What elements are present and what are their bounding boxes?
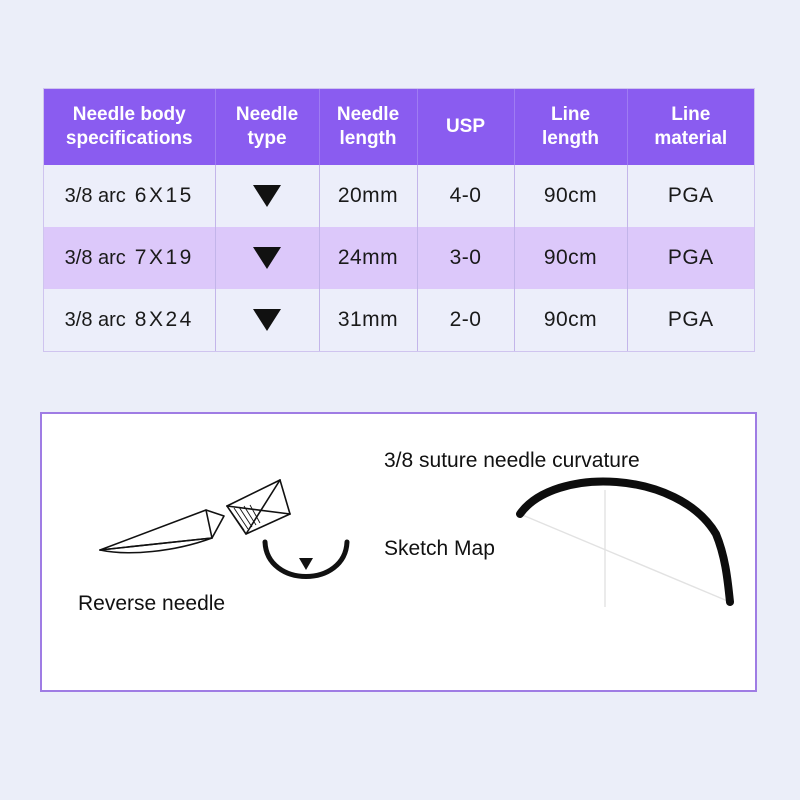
- table-header: Needle body specifications Needle type N…: [44, 89, 754, 165]
- triangle-down-icon: [253, 185, 281, 207]
- cell-needle-body-specifications: 3/8 arc 6X15: [44, 165, 216, 227]
- column-header-needle-length: Needle length: [318, 89, 418, 165]
- cell-line-length: 90cm: [513, 165, 628, 227]
- column-header-line-1: Needle: [235, 104, 299, 126]
- cell-usp: 3-0: [416, 227, 515, 289]
- table-row: 3/8 arc 7X19 24mm 3-0 90cm PGA: [44, 227, 754, 289]
- cell-needle-length: 20mm: [318, 165, 418, 227]
- table-body: 3/8 arc 6X15 20mm 4-0 90cm PGA 3/8 arc 7…: [44, 165, 754, 351]
- column-header-line-2: length: [339, 128, 397, 149]
- column-header-needle-type: Needle type: [214, 89, 320, 165]
- column-header-line-2: type: [247, 128, 287, 149]
- cell-line-length: 90cm: [513, 289, 628, 351]
- column-header-usp: USP: [416, 89, 515, 165]
- cell-needle-body-specifications: 3/8 arc 7X19: [44, 227, 216, 289]
- cell-size-value: 8X24: [134, 308, 194, 331]
- table-header-row: Needle body specifications Needle type N…: [44, 89, 754, 165]
- spec-table: Needle body specifications Needle type N…: [44, 89, 754, 351]
- cell-size-value: 6X15: [134, 184, 194, 207]
- column-header-line-1: Needle: [336, 104, 400, 126]
- needle-specification-table: Needle body specifications Needle type N…: [43, 88, 755, 352]
- cell-line-length: 90cm: [513, 227, 628, 289]
- needle-arc-marker-icon: [262, 539, 350, 579]
- column-header-line-length: Line length: [513, 89, 628, 165]
- column-header-line-2: specifications: [65, 128, 193, 149]
- cell-line-material: PGA: [626, 227, 754, 289]
- sketch-map-panel: Reverse needle 3/8 suture needle curvatu…: [40, 412, 757, 692]
- cell-needle-type: [214, 165, 320, 227]
- cell-size-value: 7X19: [134, 246, 194, 269]
- triangle-down-icon: [253, 247, 281, 269]
- reverse-needle-label: Reverse needle: [78, 592, 226, 615]
- column-header-needle-body-specifications: Needle body specifications: [44, 89, 216, 165]
- cell-needle-length: 31mm: [318, 289, 418, 351]
- suture-curvature-arc-icon: [516, 477, 734, 607]
- cell-needle-type: [214, 289, 320, 351]
- cell-needle-type: [214, 227, 320, 289]
- cell-line-material: PGA: [626, 165, 754, 227]
- curvature-label: 3/8 suture needle curvature: [384, 449, 640, 472]
- cell-arc-value: 3/8 arc: [64, 185, 126, 207]
- sketch-map-label: Sketch Map: [384, 537, 495, 560]
- column-header-line-1: Needle body: [72, 104, 186, 126]
- cell-line-material: PGA: [626, 289, 754, 351]
- column-header-line-material: Line material: [626, 89, 754, 165]
- cell-arc-value: 3/8 arc: [64, 309, 126, 331]
- cell-usp: 2-0: [416, 289, 515, 351]
- cell-usp: 4-0: [416, 165, 515, 227]
- table-row: 3/8 arc 8X24 31mm 2-0 90cm PGA: [44, 289, 754, 351]
- cell-needle-length: 24mm: [318, 227, 418, 289]
- cell-arc-value: 3/8 arc: [64, 247, 126, 269]
- table-row: 3/8 arc 6X15 20mm 4-0 90cm PGA: [44, 165, 754, 227]
- cell-needle-body-specifications: 3/8 arc 8X24: [44, 289, 216, 351]
- triangle-down-icon: [253, 309, 281, 331]
